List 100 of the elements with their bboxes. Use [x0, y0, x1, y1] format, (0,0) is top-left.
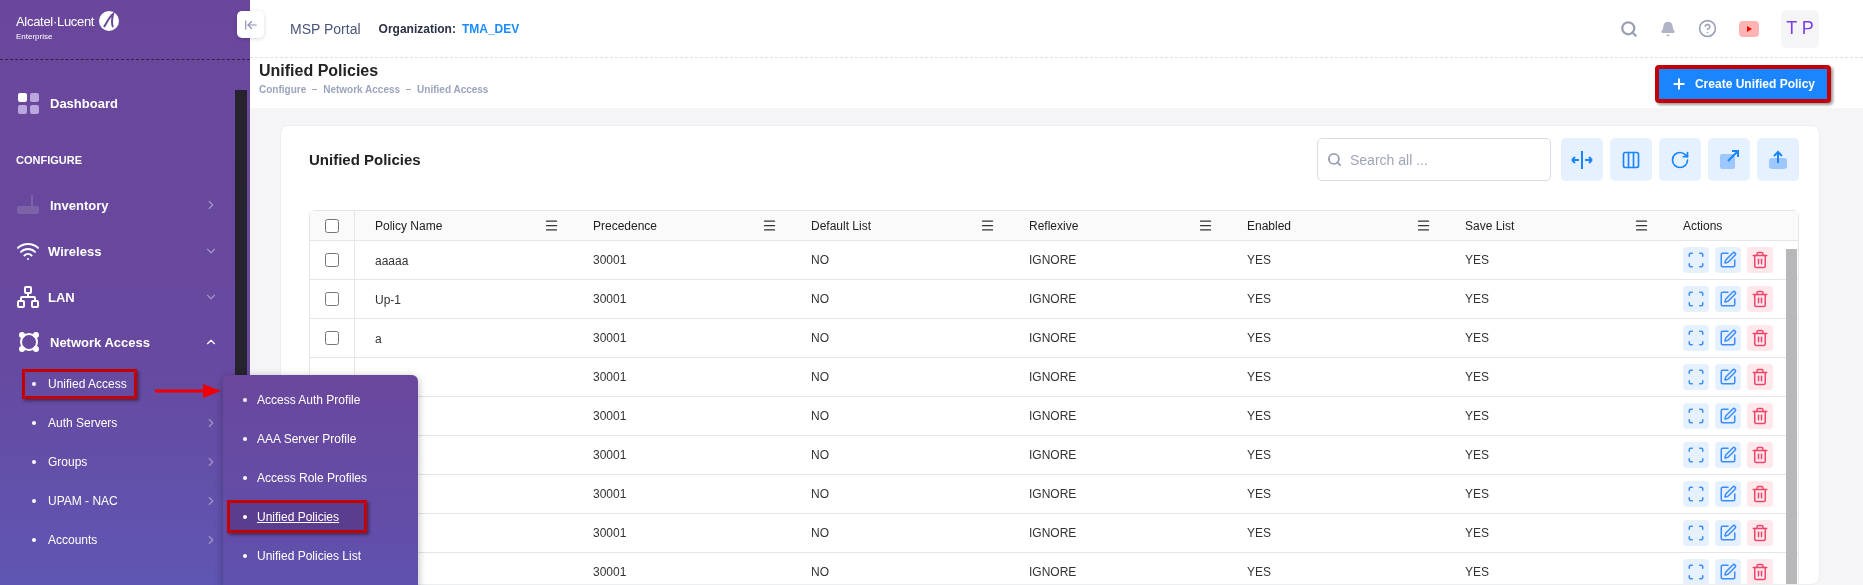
delete-button[interactable] — [1747, 286, 1773, 312]
menu-icon — [544, 218, 559, 233]
expand-button[interactable] — [1683, 442, 1709, 468]
table-cell-text: Up-1 — [374, 293, 401, 307]
table-cell-text: IGNORE — [1028, 448, 1078, 462]
bell-icon[interactable] — [1660, 20, 1676, 37]
table-cell-text: NO — [810, 331, 830, 345]
submenu-item[interactable]: Access Auth Profile — [233, 383, 413, 416]
table-cell-text: 30001 — [592, 526, 628, 540]
table-cell-text: IGNORE — [1028, 526, 1078, 540]
search-field[interactable]: Search all ... — [1317, 138, 1551, 181]
expand-button[interactable] — [1683, 247, 1709, 273]
refresh-button[interactable] — [1659, 138, 1701, 181]
edit-button[interactable] — [1715, 442, 1741, 468]
expand-button[interactable] — [1683, 364, 1709, 390]
sidebar-subitem[interactable]: Unified Access — [22, 368, 137, 399]
delete-button[interactable] — [1747, 325, 1773, 351]
export-button[interactable] — [1708, 138, 1750, 181]
expand-button[interactable] — [1683, 481, 1709, 507]
edit-icon — [1719, 251, 1737, 269]
delete-button[interactable] — [1747, 481, 1773, 507]
sidebar-subitem[interactable]: Accounts — [22, 525, 108, 554]
expand-icon — [1687, 251, 1705, 269]
table-cell-text: YES — [1464, 526, 1490, 540]
table-cell-text: YES — [1464, 331, 1490, 345]
table-cell-text: YES — [1246, 487, 1272, 501]
sidebar-item[interactable]: LAN — [16, 274, 232, 320]
select-all-checkbox[interactable] — [325, 218, 339, 233]
column-menu-icon[interactable] — [762, 218, 777, 233]
column-header: Save List — [1465, 218, 1516, 233]
search-icon[interactable] — [1620, 19, 1638, 38]
delete-button[interactable] — [1747, 442, 1773, 468]
scrollbar[interactable] — [1786, 249, 1797, 584]
submenu-item[interactable]: AAA Server Profile — [233, 422, 413, 455]
upload-button[interactable] — [1757, 138, 1799, 181]
expand-button[interactable] — [1683, 403, 1709, 429]
annotation-arrow — [155, 383, 221, 399]
sidebar-subitem[interactable]: Groups — [22, 447, 98, 476]
edit-button[interactable] — [1715, 403, 1741, 429]
column-menu-icon[interactable] — [980, 218, 995, 233]
edit-button[interactable] — [1715, 559, 1741, 584]
expand-icon — [1687, 329, 1705, 347]
edit-button[interactable] — [1715, 247, 1741, 273]
delete-button[interactable] — [1747, 364, 1773, 390]
sidebar-item[interactable]: Inventory — [16, 182, 232, 228]
menu-icon — [1634, 218, 1649, 233]
trash-icon — [1751, 251, 1769, 269]
edit-button[interactable] — [1715, 325, 1741, 351]
sidebar-item[interactable]: Network Access — [16, 320, 232, 364]
trash-icon — [1751, 563, 1769, 581]
expand-icon — [1687, 290, 1705, 308]
menu-icon — [1198, 218, 1213, 233]
expand-button[interactable] — [1683, 286, 1709, 312]
create-button[interactable]: Create Unified Policy — [1654, 65, 1831, 103]
delete-button[interactable] — [1747, 520, 1773, 546]
submenu-item[interactable]: Unified Policies — [227, 500, 367, 533]
edit-button[interactable] — [1715, 286, 1741, 312]
sidebar-subitem[interactable]: UPAM - NAC — [22, 486, 128, 515]
table-cell-text: YES — [1246, 526, 1272, 540]
resize-columns-button[interactable] — [1561, 138, 1603, 181]
export-icon — [1718, 148, 1740, 171]
delete-button[interactable] — [1747, 403, 1773, 429]
expand-button[interactable] — [1683, 559, 1709, 584]
video-play-icon[interactable] — [1739, 20, 1759, 37]
row-checkbox[interactable] — [325, 292, 339, 306]
submenu-item[interactable]: Unified Policies List — [233, 539, 413, 572]
row-checkbox[interactable] — [325, 331, 339, 345]
collapse-button[interactable] — [237, 11, 264, 38]
edit-button[interactable] — [1715, 520, 1741, 546]
sidebar-item[interactable]: Wireless — [16, 228, 232, 274]
expand-button[interactable] — [1683, 520, 1709, 546]
row-checkbox[interactable] — [325, 253, 339, 267]
expand-button[interactable] — [1683, 325, 1709, 351]
sidebar-item[interactable]: Dashboard — [16, 78, 232, 128]
column-header: Reflexive — [1029, 218, 1080, 233]
trash-icon — [1751, 368, 1769, 386]
columns-button[interactable] — [1610, 138, 1652, 181]
section-heading: CONFIGURE — [16, 153, 83, 168]
edit-button[interactable] — [1715, 481, 1741, 507]
menu-icon — [980, 218, 995, 233]
column-menu-icon[interactable] — [544, 218, 559, 233]
plus-icon — [1670, 76, 1687, 92]
user-avatar[interactable]: T P — [1781, 9, 1819, 48]
column-menu-icon[interactable] — [1634, 218, 1649, 233]
table-cell-text: a — [374, 332, 382, 346]
column-menu-icon[interactable] — [1416, 218, 1431, 233]
column-menu-icon[interactable] — [1198, 218, 1213, 233]
help-icon[interactable] — [1698, 19, 1717, 38]
edit-button[interactable] — [1715, 364, 1741, 390]
brand-subtitle: Enterprise — [16, 32, 54, 41]
edit-icon — [1719, 524, 1737, 542]
delete-button[interactable] — [1747, 247, 1773, 273]
trash-icon — [1751, 290, 1769, 308]
table-cell-text: YES — [1246, 370, 1272, 384]
edit-icon — [1719, 407, 1737, 425]
delete-button[interactable] — [1747, 559, 1773, 584]
trash-icon — [1751, 407, 1769, 425]
search-icon — [1327, 152, 1342, 167]
sidebar-subitem[interactable]: Auth Servers — [22, 408, 128, 437]
submenu-item[interactable]: Access Role Profiles — [233, 461, 413, 494]
